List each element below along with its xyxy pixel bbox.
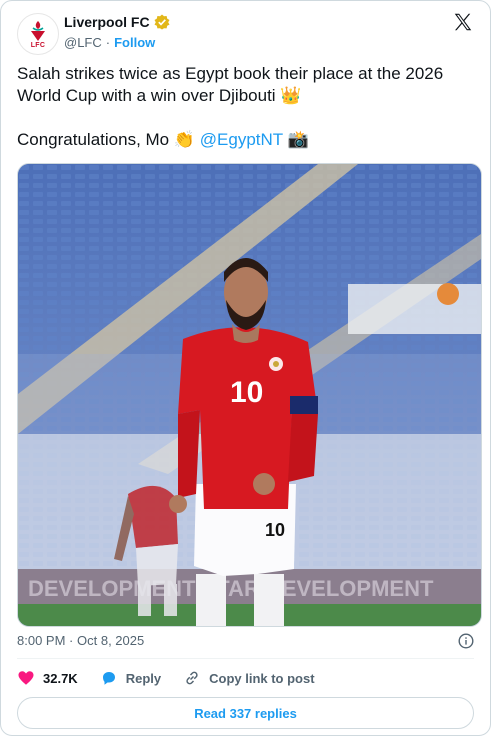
author-handle[interactable]: @LFC: [64, 35, 102, 50]
tweet-line-1-text: Salah strikes twice as Egypt book their …: [17, 64, 444, 105]
shirt-number: 10: [230, 376, 263, 409]
like-count: 32.7K: [43, 670, 78, 686]
lfc-crest-icon: [31, 21, 45, 41]
follow-button[interactable]: Follow: [114, 35, 155, 50]
camera-emoji: 📸: [287, 130, 309, 149]
verified-badge-icon: [154, 14, 170, 30]
tweet-text: Salah strikes twice as Egypt book their …: [17, 63, 477, 151]
meta-separator: ·: [69, 633, 74, 648]
author-name[interactable]: Liverpool FC: [64, 14, 150, 30]
clap-emoji: 👏: [173, 130, 196, 149]
copy-link-button[interactable]: Copy link to post: [183, 669, 315, 687]
avatar[interactable]: LFC: [17, 13, 59, 55]
crown-emoji: 👑: [280, 86, 302, 105]
copy-link-label: Copy link to post: [209, 670, 315, 686]
tweet-meta: 8:00 PM · Oct 8, 2025: [17, 633, 474, 653]
read-replies-button[interactable]: Read 337 replies: [17, 697, 474, 729]
tweet-header: LFC Liverpool FC @LFC · Follow: [17, 11, 474, 55]
tweet-line-2: Congratulations, Mo 👏 @EgyptNT 📸: [17, 129, 477, 151]
reply-label: Reply: [125, 670, 162, 686]
avatar-text: LFC: [30, 42, 46, 49]
ad-board-text: DEVELOPMENT STAR DEVELOPMENT: [28, 576, 434, 601]
author-handle-row: @LFC · Follow: [64, 35, 155, 50]
link-icon: [186, 671, 198, 685]
separator-dot: ·: [105, 35, 111, 50]
tweet-line-1: Salah strikes twice as Egypt book their …: [17, 63, 477, 107]
tweet-photo[interactable]: DEVELOPMENT STAR DEVELOPMENT 10 10: [17, 163, 482, 627]
info-icon[interactable]: [458, 633, 474, 649]
tweet-time[interactable]: 8:00 PM: [17, 633, 65, 648]
divider: [17, 658, 474, 659]
reply-icon: [102, 672, 115, 685]
photo-illustration: DEVELOPMENT STAR DEVELOPMENT 10 10: [18, 164, 481, 626]
shorts-number: 10: [265, 520, 285, 540]
mention-link[interactable]: @EgyptNT: [200, 130, 283, 149]
tweet-card[interactable]: LFC Liverpool FC @LFC · Follow Salah str…: [0, 0, 491, 736]
tweet-line-2-text: Congratulations, Mo: [17, 130, 170, 149]
tweet-actions: 32.7K Reply Copy link to post: [17, 669, 337, 687]
like-button[interactable]: 32.7K: [17, 669, 78, 687]
heart-icon: [18, 671, 34, 685]
tweet-date[interactable]: Oct 8, 2025: [77, 633, 144, 648]
author-name-row: Liverpool FC: [64, 14, 170, 30]
reply-button[interactable]: Reply: [100, 669, 161, 687]
x-logo-icon[interactable]: [452, 11, 474, 33]
